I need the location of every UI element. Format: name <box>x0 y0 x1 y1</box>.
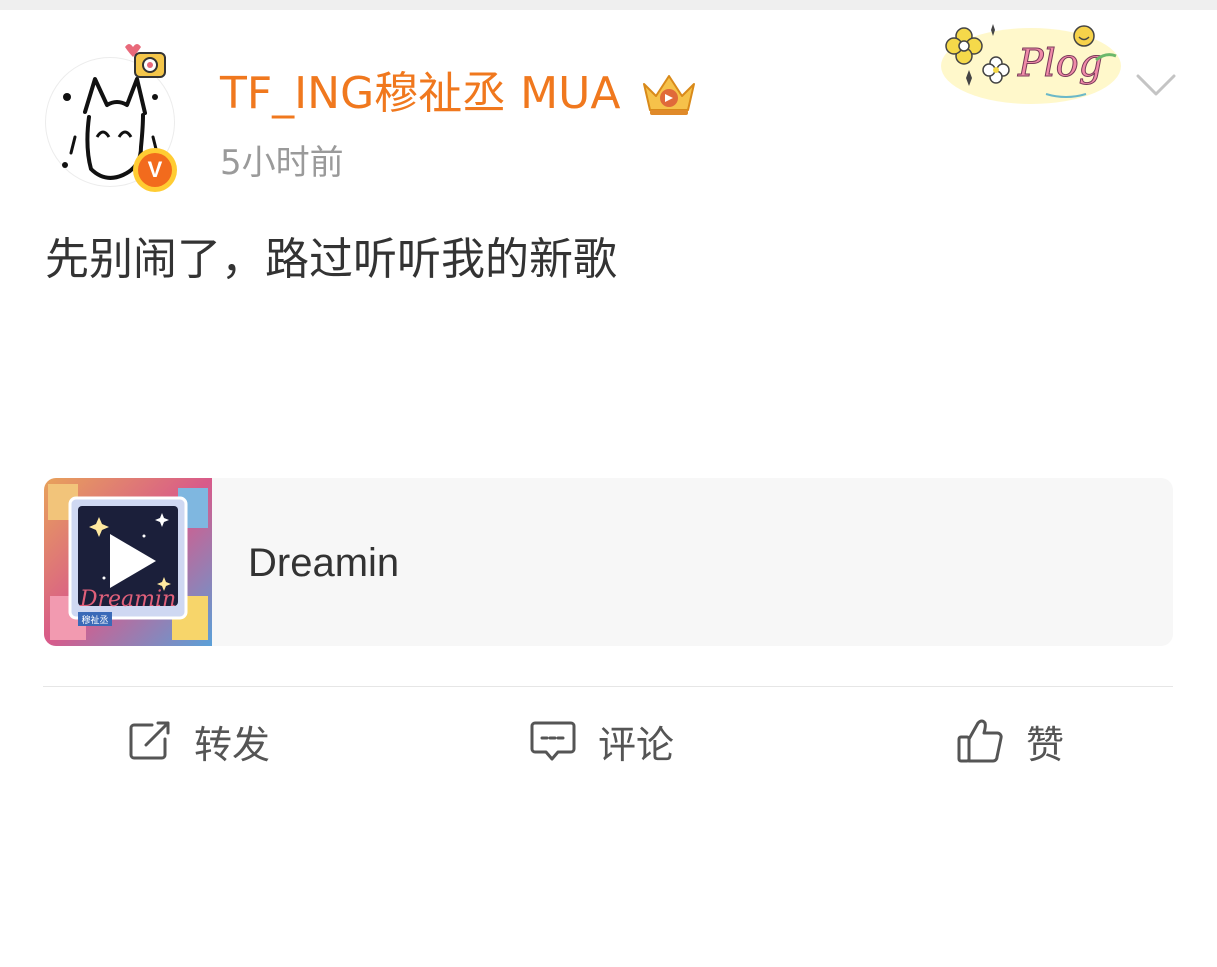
cover-artist: 穆祉丞 <box>81 614 108 626</box>
like-label: 赞 <box>1026 722 1065 767</box>
plog-text: Plog <box>1017 41 1103 85</box>
cover-title: Dreamin <box>79 587 176 612</box>
crown-icon[interactable] <box>638 70 700 118</box>
thumbs-up-icon <box>957 719 1003 763</box>
repost-label: 转发 <box>194 722 271 767</box>
comment-button[interactable]: 评论 <box>530 712 674 770</box>
like-button[interactable]: 赞 <box>956 712 1064 770</box>
post-timestamp: 5小时前 <box>220 143 344 183</box>
comment-icon <box>530 721 576 761</box>
verified-v-icon: V <box>138 153 172 187</box>
post-text: 先别闹了，路过听听我的新歌 <box>45 234 617 285</box>
divider <box>43 686 1173 687</box>
share-icon <box>129 721 170 760</box>
chevron-down-icon[interactable] <box>1136 72 1176 98</box>
author-name[interactable]: TF_ING穆祉丞 MUA <box>220 66 620 122</box>
verified-badge: V <box>133 148 177 192</box>
song-title: Dreamin <box>248 541 400 585</box>
comment-label: 评论 <box>598 722 675 767</box>
camera-sticker-icon <box>125 44 166 78</box>
plog-badge: Plog <box>941 24 1121 104</box>
top-edge-strip <box>0 0 1217 10</box>
music-card[interactable]: Dreamin 穆祉丞 Dreamin <box>44 478 1173 646</box>
album-cover[interactable]: Dreamin 穆祉丞 <box>44 478 212 646</box>
repost-button[interactable]: 转发 <box>128 712 270 770</box>
